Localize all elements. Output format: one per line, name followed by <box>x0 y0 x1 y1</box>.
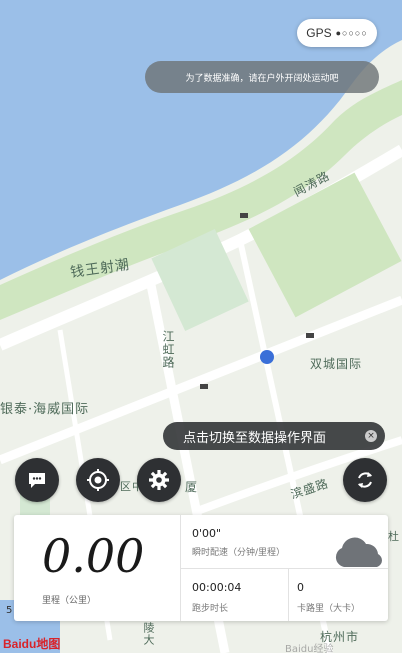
settings-button[interactable] <box>137 458 181 502</box>
switch-view-hint[interactable]: 点击切换至数据操作界面 × <box>163 422 385 450</box>
traffic-light-icon <box>200 384 208 389</box>
rotate-icon <box>358 472 372 488</box>
run-tracker-screen: 钱王射潮 闻涛路 江虹路 双城国际 银泰·海威国际 滨盛路 杭州市 江陵大 区中… <box>0 0 402 653</box>
chat-icon <box>29 473 45 488</box>
calories-value: 0 <box>297 581 304 594</box>
calories-label: 卡路里（大卡） <box>297 604 361 614</box>
pace-label: 瞬时配速（分钟/里程） <box>192 548 286 558</box>
divider <box>288 569 289 621</box>
traffic-light-icon <box>306 333 314 338</box>
bus-stop-icon[interactable] <box>260 350 274 364</box>
map-label-shangxia: 厦 <box>185 480 199 494</box>
baidu-logo: Baidu地图 <box>3 637 61 651</box>
map-label-jianghong-road: 江虹路 <box>161 330 175 369</box>
outdoor-tip-toast: 为了数据准确，请在户外开阔处运动吧 <box>145 61 379 93</box>
locate-button[interactable] <box>76 458 120 502</box>
cloud-icon <box>335 537 382 567</box>
duration-value: 00:00:04 <box>192 581 242 594</box>
close-icon[interactable]: × <box>365 430 377 442</box>
rotate-view-button[interactable] <box>343 458 387 502</box>
map-label-yintai: 银泰·海威国际 <box>0 402 90 417</box>
traffic-light-icon <box>240 213 248 218</box>
target-icon <box>87 469 109 491</box>
map-label-top-corner: 杜 <box>388 530 400 543</box>
chat-button[interactable] <box>15 458 59 502</box>
gps-status-pill: GPS ●○○○○ <box>297 19 377 47</box>
pace-value: 0'00" <box>192 527 222 540</box>
gps-signal-dots: ●○○○○ <box>335 28 368 38</box>
switch-hint-text: 点击切换至数据操作界面 <box>183 430 327 446</box>
distance-value: 0.00 <box>42 529 145 583</box>
scale-label: 5 <box>6 605 13 616</box>
outdoor-tip-text: 为了数据准确，请在户外开阔处运动吧 <box>185 73 339 84</box>
stats-panel[interactable]: 0.00 里程（公里） 0'00" 瞬时配速（分钟/里程） 00:00:04 跑… <box>14 515 388 621</box>
watermark: Baidu经验 <box>285 644 334 653</box>
distance-label: 里程（公里） <box>42 596 97 606</box>
map-label-shuangcheng: 双城国际 <box>310 357 363 371</box>
gear-icon <box>149 470 169 490</box>
duration-label: 跑步时长 <box>192 604 229 614</box>
gps-label: GPS <box>306 26 332 40</box>
